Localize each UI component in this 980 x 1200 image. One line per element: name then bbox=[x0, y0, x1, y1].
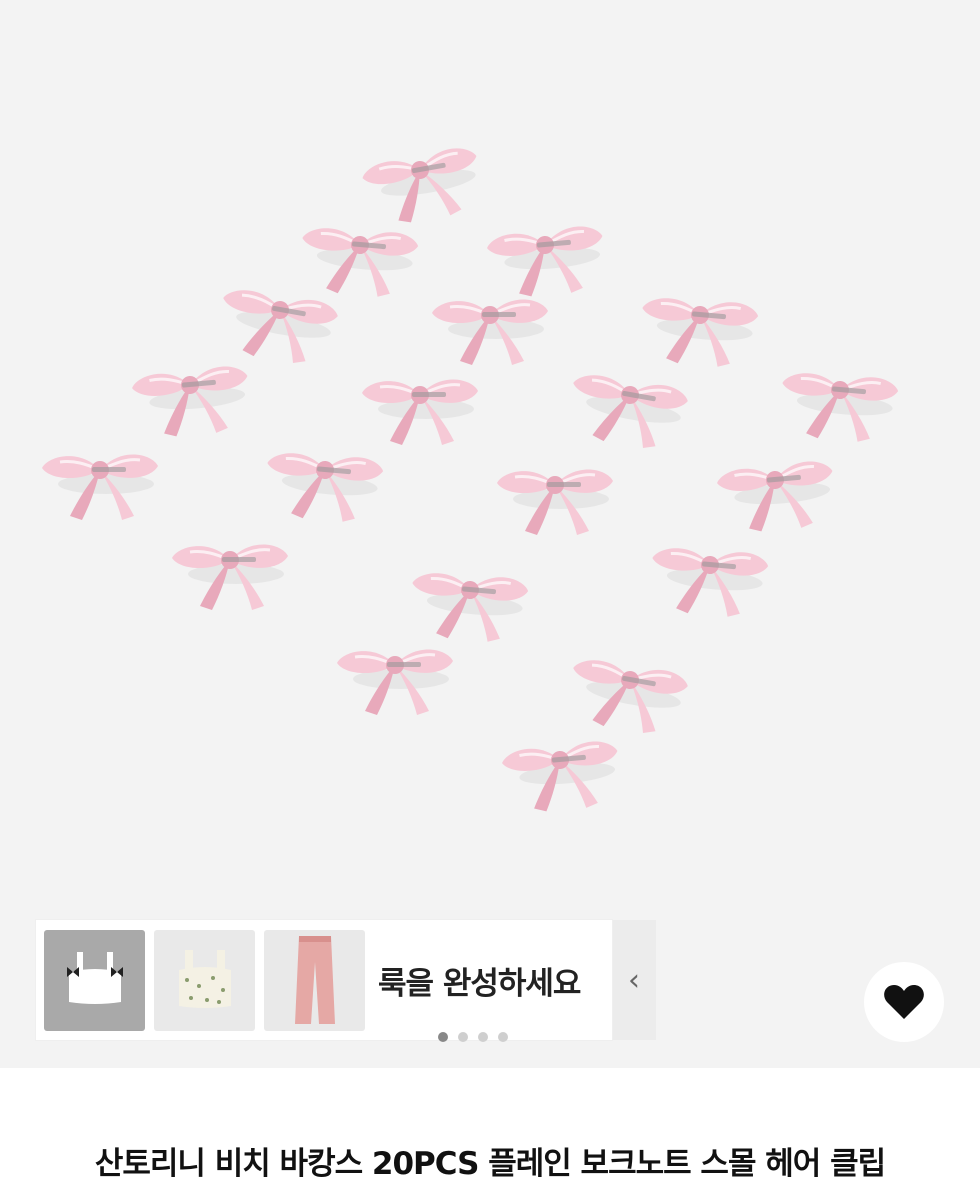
pager-dot[interactable] bbox=[438, 1032, 448, 1042]
bow-clip bbox=[502, 741, 618, 812]
complete-the-look-label: 룩을 완성하세요 bbox=[378, 965, 581, 1002]
bow-clip bbox=[573, 660, 688, 734]
favorite-button[interactable] bbox=[864, 962, 944, 1042]
bow-clip bbox=[717, 461, 833, 532]
pager-dot[interactable] bbox=[498, 1032, 508, 1042]
bow-clip bbox=[412, 573, 529, 642]
chevron-left-icon: ‹ bbox=[628, 962, 640, 998]
bow-clip bbox=[362, 379, 478, 445]
complete-the-look-panel: 룩을 완성하세요 bbox=[36, 920, 612, 1040]
complete-the-look-strip: 룩을 완성하세요 ‹ bbox=[36, 920, 656, 1040]
product-title: 산토리니 비치 바캉스 20PCS 플레인 보크노트 스몰 헤어 클립 bbox=[94, 1146, 886, 1182]
heart-icon bbox=[884, 985, 924, 1019]
bow-clip bbox=[223, 290, 338, 364]
bow-clip bbox=[337, 649, 453, 715]
pants-icon bbox=[294, 936, 335, 1024]
bow-clip bbox=[302, 228, 419, 297]
pager-dot[interactable] bbox=[458, 1032, 468, 1042]
bow-clip bbox=[652, 548, 769, 617]
bow-clip bbox=[782, 373, 899, 442]
floral-top-icon bbox=[178, 950, 231, 1008]
thumbnail-white-bow-crop-top[interactable] bbox=[44, 929, 145, 1031]
bow-clip bbox=[573, 375, 688, 449]
bow-clip bbox=[432, 299, 548, 365]
product-image[interactable] bbox=[0, 0, 980, 1068]
crop-top-icon bbox=[66, 952, 123, 1004]
bow-clip bbox=[42, 454, 158, 520]
bow-clip bbox=[497, 469, 613, 535]
bow-clip bbox=[642, 298, 759, 367]
bow-clip bbox=[487, 226, 603, 297]
bow-clip bbox=[132, 366, 248, 437]
bow-clip bbox=[172, 544, 288, 610]
collapse-look-button[interactable]: ‹ bbox=[612, 920, 656, 1040]
bow-clip bbox=[362, 148, 477, 223]
thumbnail-pink-pants[interactable] bbox=[264, 929, 365, 1031]
pager-dot[interactable] bbox=[478, 1032, 488, 1042]
image-pager bbox=[438, 1032, 508, 1042]
bow-clips-illustration bbox=[42, 148, 899, 812]
bow-clip bbox=[267, 453, 384, 522]
thumbnail-floral-smocked-top[interactable] bbox=[154, 929, 255, 1031]
